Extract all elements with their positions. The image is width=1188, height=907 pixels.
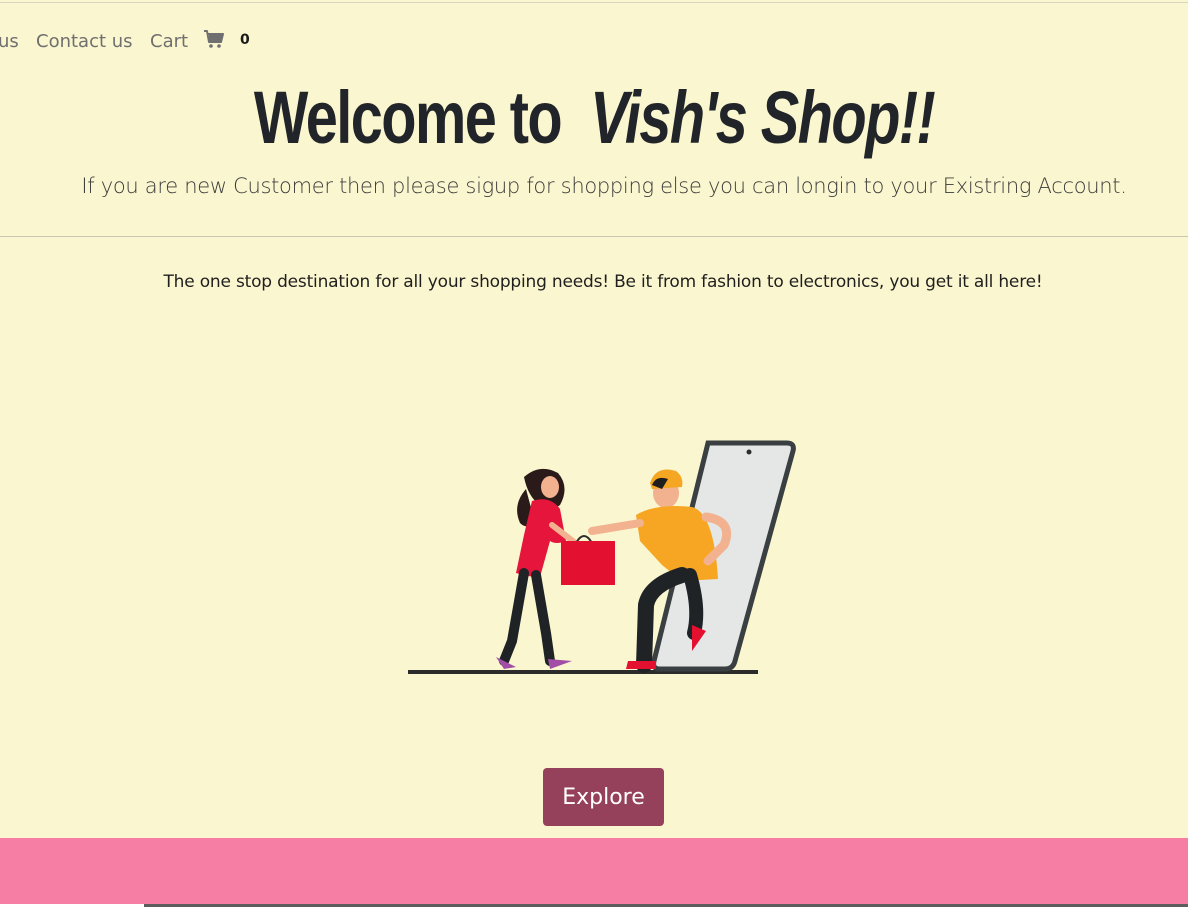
lead-text: If you are new Customer then please sigu… (81, 174, 1127, 198)
cart-icon[interactable] (203, 29, 225, 49)
nav-cart-link[interactable]: Cart (150, 31, 188, 52)
tagline-text: The one stop destination for all your sh… (163, 272, 1043, 292)
explore-button[interactable]: Explore (543, 768, 664, 826)
page-title: Welcome to Vish's Shop!! (131, 68, 1058, 168)
cart-count-badge: 0 (240, 32, 250, 48)
divider (0, 236, 1188, 237)
footer-band (0, 838, 1188, 904)
nav-contact-link[interactable]: Contact us (36, 31, 133, 52)
nav-about-link[interactable]: us (0, 31, 19, 52)
shopping-delivery-illustration (408, 440, 796, 674)
top-border (0, 2, 1188, 3)
title-prefix: Welcome to (253, 76, 563, 159)
shopping-bag (561, 535, 615, 585)
title-brand: Vish's Shop!! (590, 76, 936, 159)
